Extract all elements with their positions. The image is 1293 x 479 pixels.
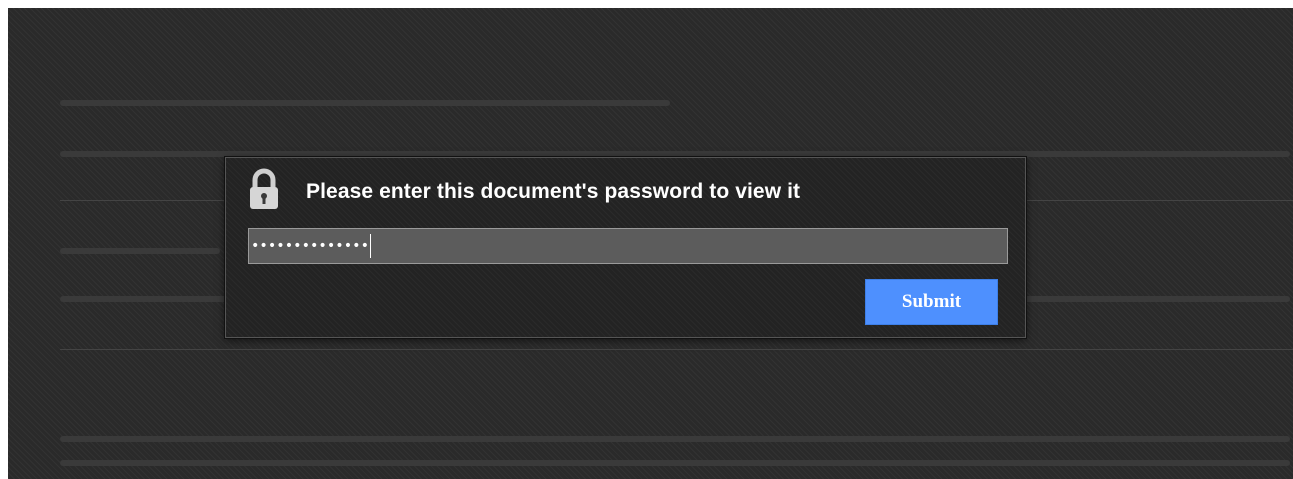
password-dialog: Please enter this document's password to…: [225, 157, 1026, 338]
text-caret: [370, 234, 372, 258]
obscured-text-line: [60, 460, 1290, 466]
password-input[interactable]: ••••••••••••••: [248, 228, 1008, 264]
obscured-text-line: [60, 248, 220, 254]
submit-button[interactable]: Submit: [865, 279, 998, 325]
password-value: ••••••••••••••: [251, 238, 370, 254]
document-viewer-background: Please enter this document's password to…: [8, 8, 1293, 479]
obscured-text-line: [60, 436, 1290, 442]
obscured-rule: [60, 349, 1293, 350]
obscured-text-line: [60, 100, 670, 106]
dialog-title: Please enter this document's password to…: [306, 180, 801, 203]
padlock-icon: [248, 168, 280, 210]
